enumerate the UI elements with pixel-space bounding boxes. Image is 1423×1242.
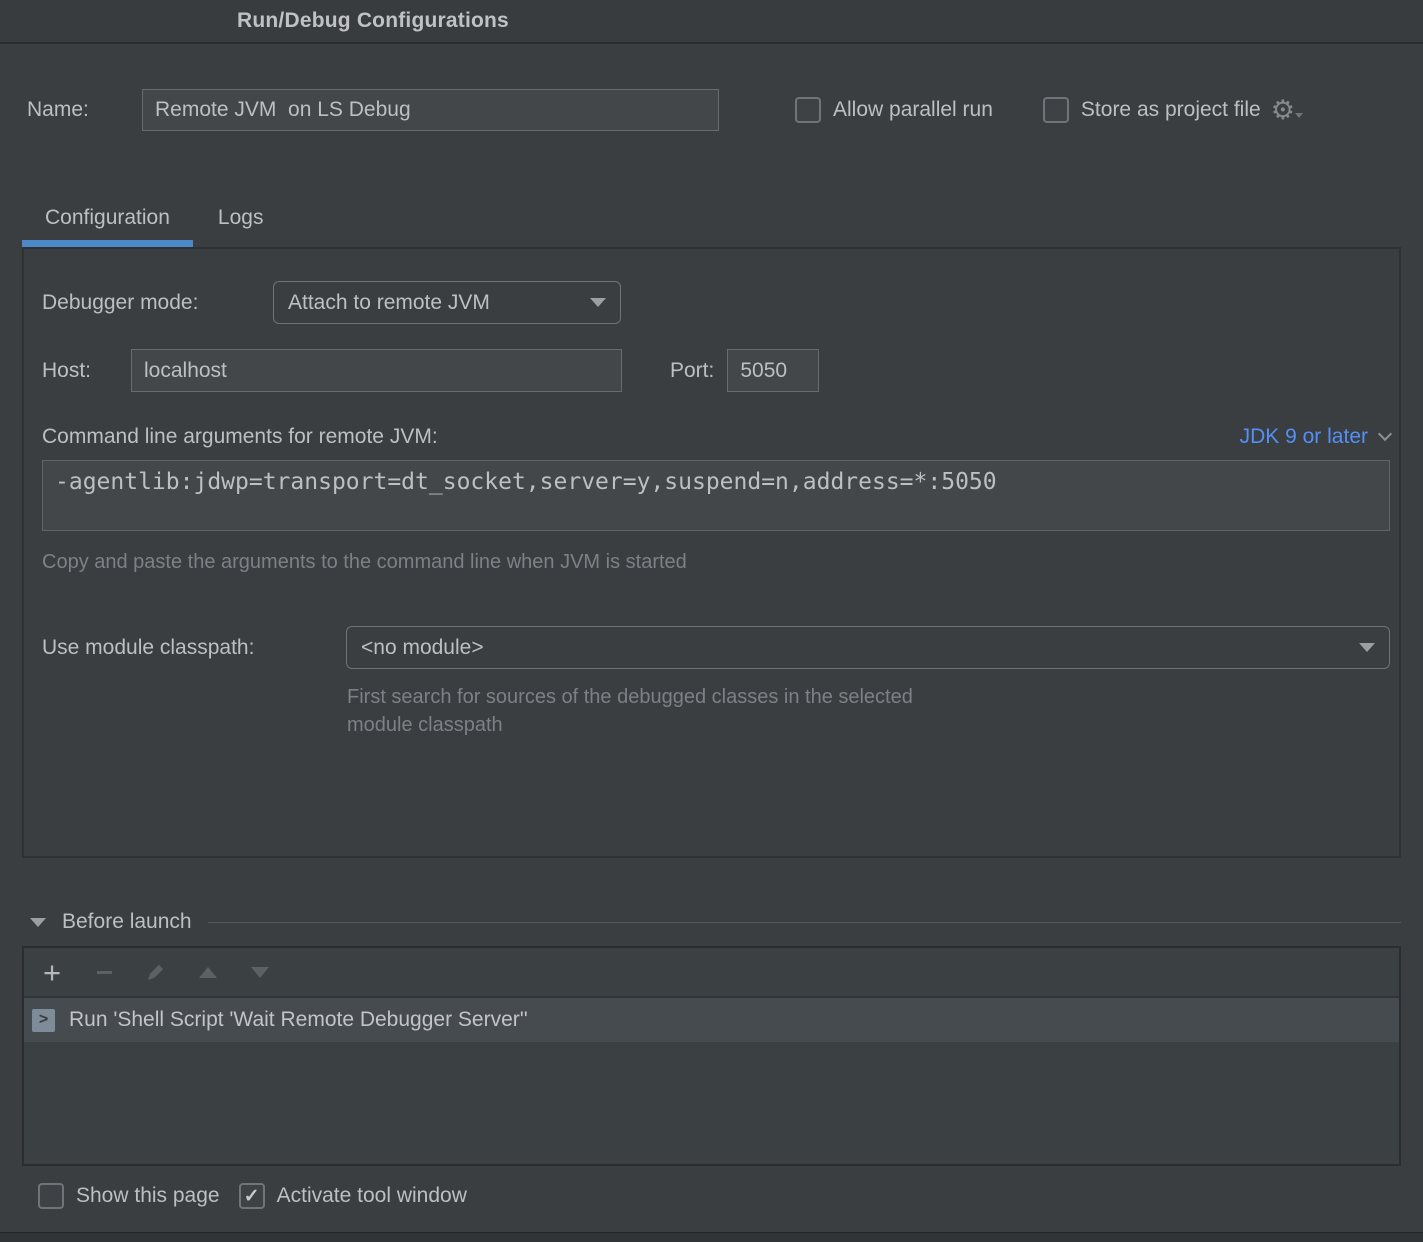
jdk-version-value: JDK 9 or later: [1240, 425, 1368, 449]
bottom-separator: [0, 1232, 1423, 1242]
dialog-title: Run/Debug Configurations: [237, 9, 509, 33]
before-launch-task-row[interactable]: > Run 'Shell Script 'Wait Remote Debugge…: [24, 998, 1399, 1042]
section-divider: [208, 922, 1401, 923]
plus-icon: +: [43, 957, 61, 988]
command-line-header: Command line arguments for remote JVM: J…: [42, 423, 1390, 451]
before-launch-toolbar: +: [24, 948, 1399, 998]
shell-script-icon: >: [32, 1009, 55, 1032]
command-line-label: Command line arguments for remote JVM:: [42, 425, 438, 449]
command-line-arguments-field[interactable]: -agentlib:jdwp=transport=dt_socket,serve…: [42, 460, 1390, 531]
tab-bar: Configuration Logs: [22, 195, 1423, 247]
collapse-triangle-icon[interactable]: [30, 918, 46, 927]
jdk-version-select[interactable]: JDK 9 or later: [1240, 425, 1390, 449]
tab-logs[interactable]: Logs: [195, 195, 287, 247]
host-label: Host:: [42, 359, 131, 383]
name-label: Name:: [27, 98, 142, 122]
before-launch-header[interactable]: Before launch: [30, 908, 1401, 936]
debugger-mode-select[interactable]: Attach to remote JVM: [273, 281, 621, 324]
check-icon: ✓: [244, 1187, 260, 1206]
debugger-mode-label: Debugger mode:: [42, 291, 273, 315]
allow-parallel-run-checkbox[interactable]: [795, 97, 821, 123]
arrow-down-icon: [251, 967, 269, 978]
port-input[interactable]: [727, 349, 819, 392]
port-label: Port:: [670, 359, 714, 383]
module-classpath-value: <no module>: [361, 636, 484, 660]
activate-tool-window-checkbox[interactable]: ✓: [239, 1183, 265, 1209]
chevron-down-icon: [590, 298, 606, 307]
host-input[interactable]: [131, 349, 622, 392]
host-port-row: Host: Port:: [42, 349, 1390, 392]
command-line-hint: Copy and paste the arguments to the comm…: [42, 551, 1390, 574]
activate-tool-window-label: Activate tool window: [277, 1184, 467, 1208]
module-hint-line1: First search for sources of the debugged…: [347, 683, 1390, 711]
footer-options: Show this page ✓ Activate tool window: [38, 1183, 1423, 1209]
move-up-button[interactable]: [196, 967, 220, 978]
module-hint-line2: module classpath: [347, 711, 1390, 739]
show-this-page-checkbox[interactable]: [38, 1183, 64, 1209]
edit-task-button[interactable]: [144, 961, 168, 983]
before-launch-task-label: Run 'Shell Script 'Wait Remote Debugger …: [69, 1008, 528, 1032]
before-launch-list: + > Run 'Shell Script 'Wait Remote Debug…: [22, 946, 1401, 1166]
name-input[interactable]: [142, 89, 719, 131]
configuration-panel: Debugger mode: Attach to remote JVM Host…: [22, 247, 1401, 858]
gear-caret-icon: [1295, 113, 1303, 118]
name-row: Name: Allow parallel run Store as projec…: [0, 89, 1423, 131]
remove-task-button[interactable]: [92, 971, 116, 974]
dialog-titlebar: Run/Debug Configurations: [0, 0, 1423, 44]
debugger-mode-value: Attach to remote JVM: [288, 291, 490, 315]
module-classpath-select[interactable]: <no module>: [346, 626, 1390, 669]
arrow-up-icon: [199, 967, 217, 978]
debugger-mode-row: Debugger mode: Attach to remote JVM: [42, 281, 1390, 324]
store-as-project-file-checkbox[interactable]: [1043, 97, 1069, 123]
show-this-page-label: Show this page: [76, 1184, 220, 1208]
minus-icon: [97, 971, 112, 974]
gear-icon[interactable]: ⚙: [1271, 97, 1303, 123]
before-launch-title: Before launch: [62, 910, 192, 934]
run-debug-configurations-dialog: Run/Debug Configurations Name: Allow par…: [0, 0, 1423, 1209]
allow-parallel-run-label: Allow parallel run: [833, 98, 993, 122]
chevron-down-icon: [1359, 643, 1375, 652]
chevron-down-icon: [1378, 427, 1392, 441]
module-classpath-row: Use module classpath: <no module>: [42, 626, 1390, 669]
store-as-project-file-label: Store as project file: [1081, 98, 1261, 122]
move-down-button[interactable]: [248, 967, 272, 978]
module-classpath-label: Use module classpath:: [42, 636, 346, 660]
tab-configuration[interactable]: Configuration: [22, 195, 193, 247]
module-classpath-hint: First search for sources of the debugged…: [347, 683, 1390, 739]
add-task-button[interactable]: +: [40, 957, 64, 988]
pencil-icon: [145, 961, 167, 983]
